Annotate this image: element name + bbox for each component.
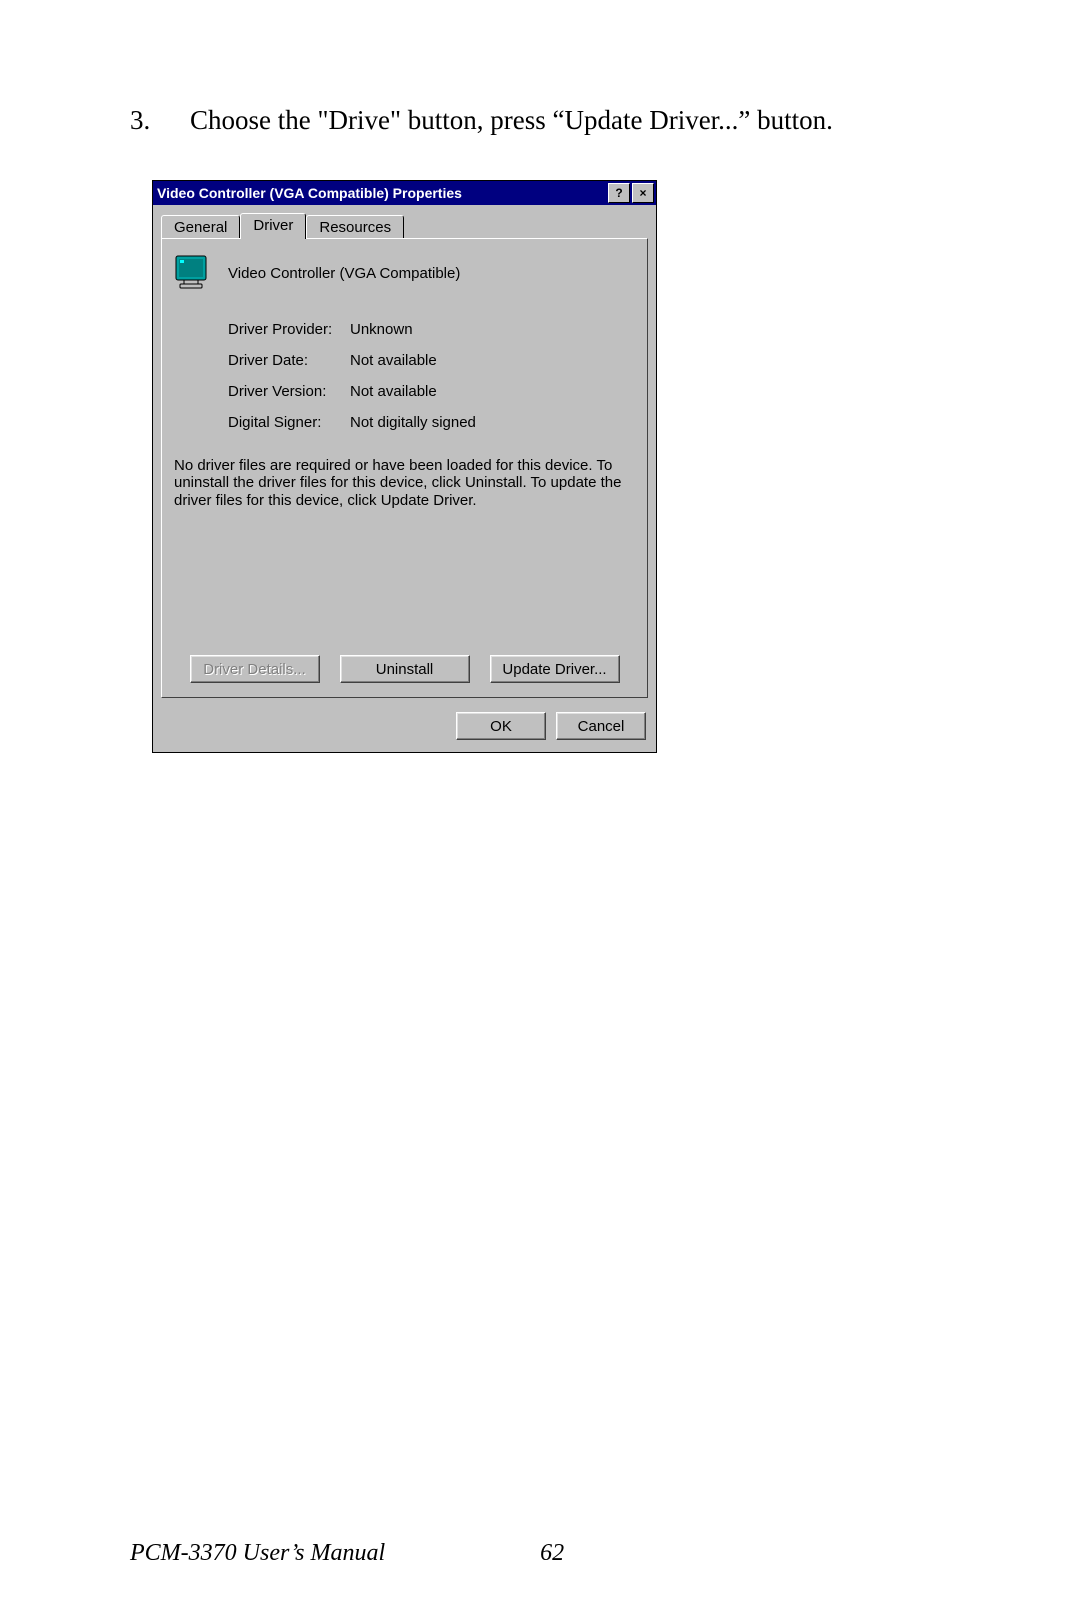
tab-driver-panel: Video Controller (VGA Compatible) Driver… <box>161 238 648 698</box>
value-driver-provider: Unknown <box>350 321 635 338</box>
label-driver-provider: Driver Provider: <box>228 321 350 338</box>
value-driver-date: Not available <box>350 352 635 369</box>
tab-resources[interactable]: Resources <box>306 215 404 238</box>
close-icon[interactable]: × <box>632 183 654 203</box>
manual-name: PCM-3370 User’s Manual <box>130 1540 385 1567</box>
driver-details-button: Driver Details... <box>190 655 320 683</box>
tab-strip: General Driver Resources <box>161 213 656 238</box>
value-driver-version: Not available <box>350 383 635 400</box>
step-number: 3. <box>130 105 190 136</box>
instruction-step: 3. Choose the "Drive" button, press “Upd… <box>130 105 950 136</box>
titlebar: Video Controller (VGA Compatible) Proper… <box>153 181 656 205</box>
tab-general[interactable]: General <box>161 215 240 238</box>
label-driver-version: Driver Version: <box>228 383 350 400</box>
step-text: Choose the "Drive" button, press “Update… <box>190 105 950 136</box>
cancel-button[interactable]: Cancel <box>556 712 646 740</box>
properties-dialog: Video Controller (VGA Compatible) Proper… <box>152 180 657 753</box>
titlebar-text: Video Controller (VGA Compatible) Proper… <box>157 185 608 201</box>
label-digital-signer: Digital Signer: <box>228 414 350 431</box>
ok-button[interactable]: OK <box>456 712 546 740</box>
driver-info-text: No driver files are required or have bee… <box>174 457 635 509</box>
tab-driver[interactable]: Driver <box>240 213 306 239</box>
device-name: Video Controller (VGA Compatible) <box>228 265 460 282</box>
page-number: 62 <box>540 1540 564 1567</box>
uninstall-button[interactable]: Uninstall <box>340 655 470 683</box>
monitor-icon <box>174 253 214 293</box>
help-icon[interactable]: ? <box>608 183 630 203</box>
value-digital-signer: Not digitally signed <box>350 414 635 431</box>
page-footer: PCM-3370 User’s Manual 62 <box>130 1540 950 1567</box>
label-driver-date: Driver Date: <box>228 352 350 369</box>
update-driver-button[interactable]: Update Driver... <box>490 655 620 683</box>
